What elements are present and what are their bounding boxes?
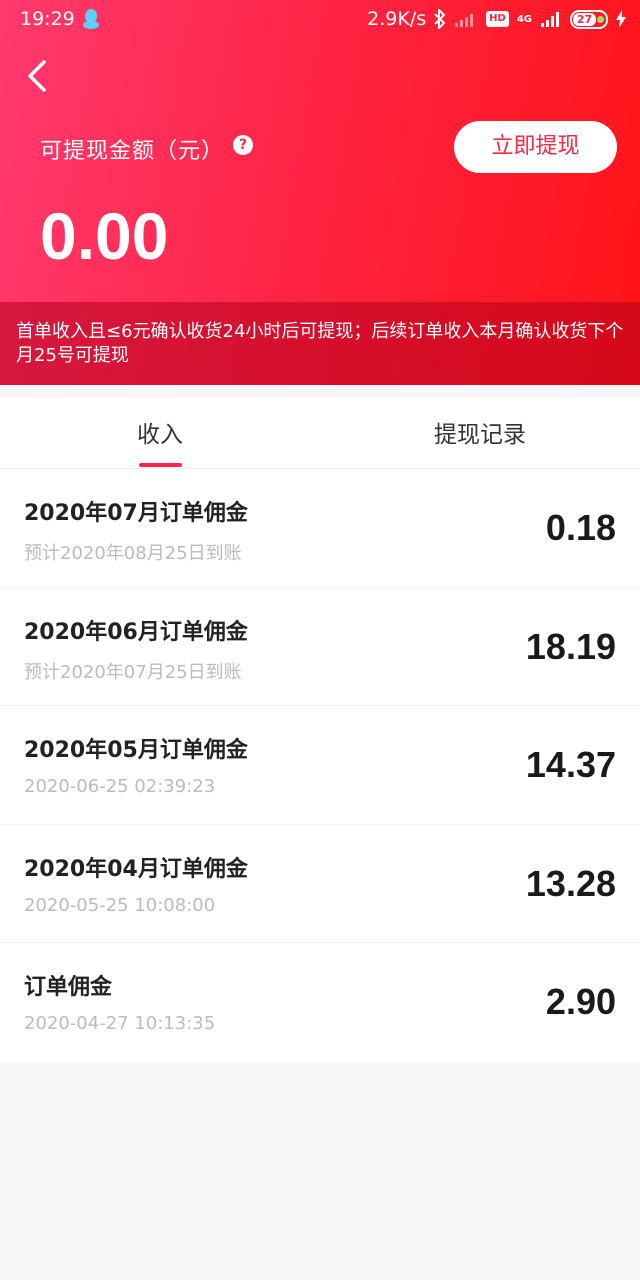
battery-icon: 27 xyxy=(570,9,608,29)
list-item[interactable]: 2020年07月订单佣金 预计2020年08月25日到账 0.18 xyxy=(0,469,640,588)
income-list: 2020年07月订单佣金 预计2020年08月25日到账 0.18 2020年0… xyxy=(0,469,640,1062)
record-title: 2020年04月订单佣金 xyxy=(24,856,248,882)
charging-icon xyxy=(616,10,626,28)
list-item[interactable]: 2020年05月订单佣金 2020-06-25 02:39:23 14.37 xyxy=(0,706,640,825)
record-amount: 13.28 xyxy=(525,862,616,904)
record-amount: 14.37 xyxy=(525,744,616,785)
tab-income[interactable]: 收入 xyxy=(0,415,320,449)
record-title: 2020年07月订单佣金 xyxy=(24,501,248,526)
withdrawable-amount-label: 可提现金额（元） xyxy=(40,139,225,164)
status-right: 2.9K/s HD 4G 27 xyxy=(367,8,626,30)
record-subtitle: 预计2020年08月25日到账 xyxy=(24,543,242,564)
signal-full-icon xyxy=(541,12,559,27)
record-amount: 18.19 xyxy=(525,625,616,667)
battery-level: 27 xyxy=(573,12,597,26)
bluetooth-icon xyxy=(434,9,446,29)
record-title: 订单佣金 xyxy=(24,975,113,1000)
list-item[interactable]: 订单佣金 2020-04-27 10:13:35 2.90 xyxy=(0,943,640,1062)
tab-withdraw-records[interactable]: 提现记录 xyxy=(320,415,640,449)
back-arrow-icon[interactable] xyxy=(24,58,54,94)
status-time: 19:29 xyxy=(20,8,75,30)
qq-notification-icon xyxy=(83,9,99,29)
withdrawable-amount: 0.00 xyxy=(40,199,169,273)
record-title: 2020年05月订单佣金 xyxy=(24,738,248,763)
network-type: 4G xyxy=(516,13,532,25)
list-item[interactable]: 2020年04月订单佣金 2020-05-25 10:08:00 13.28 xyxy=(0,825,640,943)
record-subtitle: 2020-06-25 02:39:23 xyxy=(24,776,216,797)
active-tab-indicator xyxy=(139,463,182,467)
hd-badge: HD xyxy=(486,11,509,27)
header-panel: 19:29 2.9K/s HD 4G 27 可提现金额（元） ? 立即提现 0.… xyxy=(0,0,640,385)
withdraw-notice: 首单收入且≤6元确认收货24小时后可提现；后续订单收入本月确认收货下个月25号可… xyxy=(0,302,640,385)
record-amount: 0.18 xyxy=(545,507,616,548)
record-amount: 2.90 xyxy=(545,981,616,1022)
help-icon[interactable]: ? xyxy=(233,135,253,155)
signal-empty-icon xyxy=(455,14,474,27)
record-subtitle: 预计2020年07月25日到账 xyxy=(24,661,242,683)
tab-bar: 收入 提现记录 xyxy=(0,397,640,469)
record-subtitle: 2020-05-25 10:08:00 xyxy=(24,894,216,916)
record-subtitle: 2020-04-27 10:13:35 xyxy=(24,1013,216,1034)
withdraw-now-button[interactable]: 立即提现 xyxy=(454,121,617,173)
net-speed: 2.9K/s xyxy=(367,8,427,30)
status-bar: 19:29 2.9K/s HD 4G 27 xyxy=(0,0,640,40)
record-title: 2020年06月订单佣金 xyxy=(24,619,248,645)
list-item[interactable]: 2020年06月订单佣金 预计2020年07月25日到账 18.19 xyxy=(0,588,640,706)
